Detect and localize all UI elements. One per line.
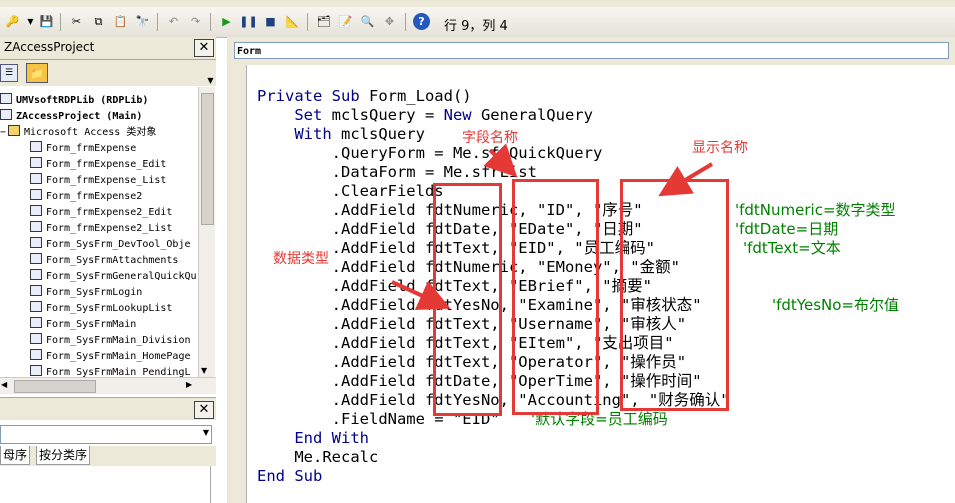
field-name-arrow (483, 143, 518, 178)
annotation-arrows (391, 143, 714, 310)
display-name-arrow (658, 162, 714, 197)
data-type-arrow (391, 280, 451, 310)
